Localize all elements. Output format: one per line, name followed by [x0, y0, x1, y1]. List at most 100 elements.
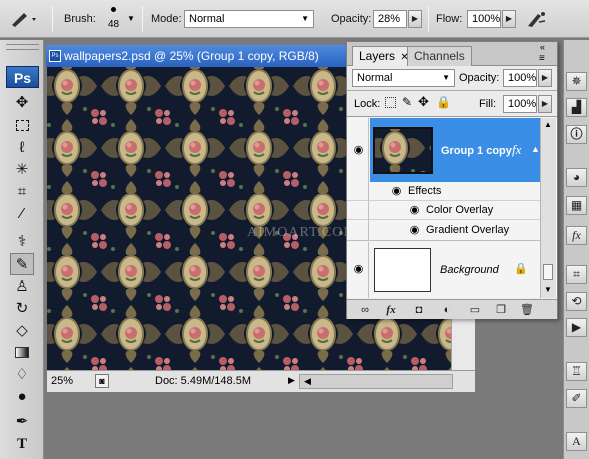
tool-preset-picker[interactable]: [6, 8, 42, 30]
eye-icon: ◉: [353, 263, 364, 275]
marquee-tool[interactable]: [10, 115, 34, 137]
pen-tool[interactable]: ✒: [10, 411, 34, 433]
collapse-arrow-icon[interactable]: ▲: [531, 144, 540, 154]
layer-opacity-label: Opacity:: [459, 72, 500, 84]
toolbox-grip[interactable]: [6, 44, 39, 50]
move-tool[interactable]: ✥: [10, 92, 34, 114]
add-mask-icon[interactable]: ◘: [411, 303, 427, 317]
effects-row[interactable]: ◉ Effects: [347, 182, 540, 201]
magic-wand-tool[interactable]: ✳: [10, 159, 34, 181]
brushes-panel-button[interactable]: ✐: [566, 389, 587, 408]
clone-stamp-tool[interactable]: ♙: [10, 276, 34, 298]
scroll-thumb[interactable]: [543, 264, 553, 280]
layer-opacity-input[interactable]: 100%: [503, 69, 537, 87]
brush-tip-icon: [111, 7, 116, 12]
layer-name[interactable]: Group 1 copy: [441, 145, 512, 157]
mode-select[interactable]: Normal ▼: [184, 10, 314, 28]
healing-brush-tool[interactable]: ⚕: [10, 231, 34, 253]
scroll-down-icon[interactable]: ▼: [544, 285, 552, 294]
fill-slider-button[interactable]: ▶: [538, 95, 552, 113]
adjustment-layer-icon[interactable]: ◐: [439, 303, 455, 317]
layers-scrollbar[interactable]: ▲ ▼: [540, 118, 556, 298]
blend-mode-select[interactable]: Normal ▼: [352, 69, 455, 87]
horizontal-scrollbar[interactable]: ◀: [299, 374, 453, 389]
brush-tool[interactable]: ✎: [10, 253, 34, 275]
layer-opacity-slider-button[interactable]: ▶: [538, 69, 552, 87]
scroll-left-icon[interactable]: ◀: [304, 376, 311, 387]
history-panel-button[interactable]: ⟲: [566, 292, 587, 311]
crop-frame-icon: ⌗: [573, 267, 580, 281]
fx-icon[interactable]: fx: [512, 142, 521, 158]
character-panel-button[interactable]: A: [566, 432, 587, 451]
panel-menu-icon[interactable]: ≡: [539, 53, 545, 64]
collapse-icon[interactable]: «: [540, 42, 545, 52]
dodge-tool[interactable]: ●: [10, 386, 34, 408]
layer-row[interactable]: ◉ Group 1 copy fx ▲: [347, 118, 557, 182]
marquee-icon: [15, 120, 29, 131]
eye-icon[interactable]: ◉: [407, 205, 422, 216]
actions-panel-button[interactable]: ⌗: [566, 265, 587, 284]
visibility-cell: [347, 220, 369, 241]
history-brush-icon: ↻: [15, 300, 29, 317]
layer-name[interactable]: Background: [440, 264, 499, 276]
layer-row[interactable]: ◉ Background 🔒: [347, 242, 540, 298]
play-actions-button[interactable]: ▶: [566, 318, 587, 337]
history-brush-tool[interactable]: ↻: [10, 298, 34, 320]
blur-tool[interactable]: ♢: [10, 364, 34, 386]
visibility-cell: [347, 182, 369, 201]
document-title: wallpapers2.psd @ 25% (Group 1 copy, RGB…: [64, 49, 319, 63]
effect-label: Gradient Overlay: [426, 224, 510, 236]
separator: [142, 6, 143, 32]
compass-icon: ✵: [571, 74, 582, 88]
watermark-text: AIMOART.COM: [247, 225, 357, 240]
navigator-panel-button[interactable]: ✵: [566, 72, 587, 91]
info-panel-button[interactable]: ⓘ: [566, 125, 587, 144]
eyedropper-tool[interactable]: ⁄: [10, 203, 34, 225]
swatches-panel-button[interactable]: ▦: [566, 196, 587, 215]
trash-icon[interactable]: 🗑: [519, 303, 535, 317]
eye-icon[interactable]: ◉: [389, 186, 404, 197]
brush-size: 48: [108, 19, 120, 30]
effect-row[interactable]: ◉ Color Overlay: [347, 201, 540, 220]
gradient-tool[interactable]: [10, 342, 34, 364]
link-layers-icon[interactable]: ∞: [357, 303, 373, 317]
lock-all-icon[interactable]: 🔒: [436, 95, 451, 109]
lasso-tool[interactable]: ℓ: [10, 137, 34, 159]
separator: [428, 6, 429, 32]
airbrush-toggle[interactable]: [524, 8, 548, 30]
lock-transparency-icon[interactable]: [385, 97, 396, 108]
layers-panel-footer: ∞ fx ◘ ◐ ▭ ❐ 🗑: [347, 299, 557, 319]
crop-tool[interactable]: ⌗: [10, 181, 34, 203]
tab-channels[interactable]: Channels: [407, 46, 472, 66]
eraser-tool[interactable]: ◇: [10, 320, 34, 342]
layer-thumbnail: [374, 248, 431, 292]
fill-input[interactable]: 100%: [503, 95, 537, 113]
brush-label: Brush:: [64, 13, 96, 25]
flow-slider-button[interactable]: ▶: [502, 10, 516, 28]
visibility-cell[interactable]: ◉: [347, 242, 369, 298]
status-arrow-icon[interactable]: ▶: [288, 375, 295, 386]
lock-position-icon[interactable]: ✥: [418, 94, 429, 110]
brush-picker[interactable]: 48 ▼: [100, 6, 136, 34]
visibility-cell[interactable]: ◉: [347, 118, 369, 182]
status-menu-icon[interactable]: ◙: [95, 374, 109, 388]
opacity-input[interactable]: 28%: [373, 10, 407, 28]
lock-pixels-icon[interactable]: ✎: [402, 95, 412, 109]
opacity-slider-button[interactable]: ▶: [408, 10, 422, 28]
tool-presets-button[interactable]: ♖: [566, 362, 587, 381]
styles-panel-button[interactable]: fx: [566, 226, 587, 245]
new-layer-icon[interactable]: ❐: [493, 303, 509, 317]
eye-icon[interactable]: ◉: [407, 225, 422, 236]
new-group-icon[interactable]: ▭: [467, 303, 483, 317]
flow-input[interactable]: 100%: [467, 10, 501, 28]
type-tool[interactable]: T: [10, 433, 34, 455]
zoom-level[interactable]: 25%: [51, 375, 73, 387]
fill-label: Fill:: [479, 98, 497, 110]
play-icon: ▶: [571, 320, 582, 334]
effect-row[interactable]: ◉ Gradient Overlay: [347, 220, 540, 241]
histogram-panel-button[interactable]: ▟: [566, 98, 587, 117]
fx-icon: fx: [572, 228, 581, 242]
scroll-up-icon[interactable]: ▲: [544, 120, 552, 129]
add-style-icon[interactable]: fx: [383, 303, 399, 317]
color-panel-button[interactable]: ◕: [566, 168, 587, 187]
